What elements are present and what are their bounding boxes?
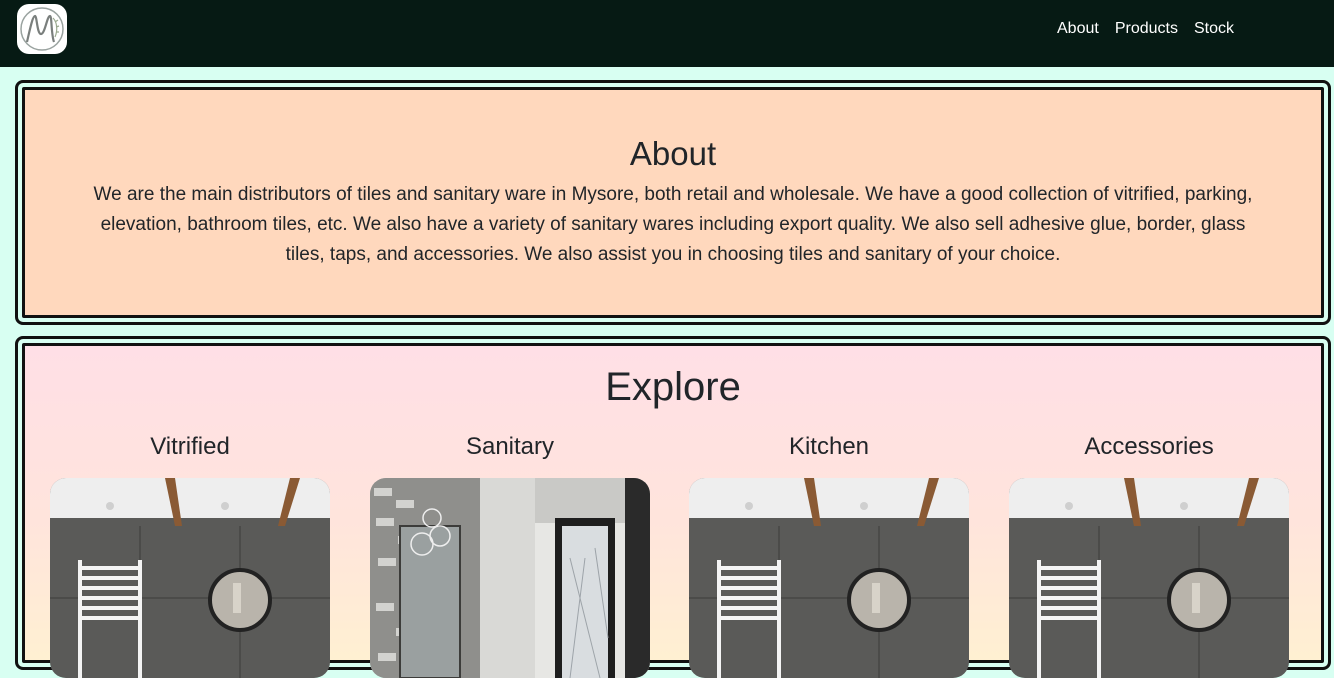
explore-section: Explore Vitrified Sanitary Kitchen Acces… bbox=[22, 343, 1324, 678]
bathroom-photo[interactable] bbox=[1009, 478, 1289, 678]
about-section-frame: About We are the main distributors of ti… bbox=[15, 80, 1331, 325]
brand-logo[interactable] bbox=[17, 4, 67, 54]
about-section: About We are the main distributors of ti… bbox=[22, 87, 1324, 318]
category-label: Accessories bbox=[1084, 433, 1214, 460]
logo-monogram-icon bbox=[20, 7, 64, 51]
category-label: Sanitary bbox=[465, 433, 555, 460]
nav-link-stock[interactable]: Stock bbox=[1194, 19, 1234, 39]
bathroom-photo[interactable] bbox=[689, 478, 969, 678]
bathroom-photo[interactable] bbox=[50, 478, 330, 678]
nav-link-products[interactable]: Products bbox=[1115, 19, 1178, 39]
explore-title: Explore bbox=[605, 365, 741, 409]
shower-photo[interactable] bbox=[370, 478, 650, 678]
about-text: We are the main distributors of tiles an… bbox=[93, 184, 1253, 265]
nav-link-about[interactable]: About bbox=[1057, 19, 1099, 39]
navbar: About Products Stock bbox=[0, 0, 1334, 67]
about-title: About bbox=[629, 135, 717, 172]
explore-section-frame: Explore Vitrified Sanitary Kitchen Acces… bbox=[15, 336, 1331, 678]
category-label: Vitrified bbox=[150, 433, 230, 460]
category-label: Kitchen bbox=[788, 433, 870, 460]
